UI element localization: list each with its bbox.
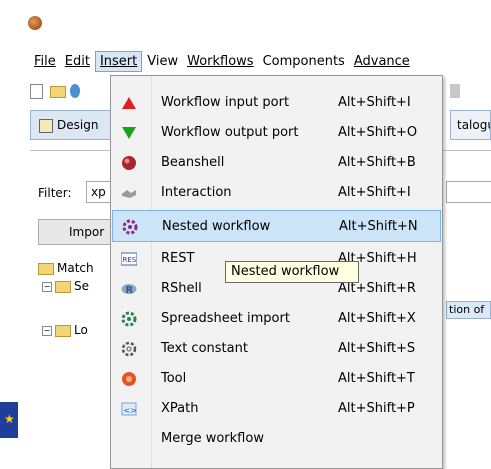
- partial-service-label[interactable]: tion of: [446, 301, 491, 319]
- copy-icon[interactable]: [450, 84, 460, 98]
- red-up-triangle-icon: [122, 97, 136, 109]
- menu-item-workflow-input-port[interactable]: Workflow input port Alt+Shift+I: [112, 87, 441, 119]
- menu-item-nested-workflow[interactable]: Nested workflow Alt+Shift+N: [112, 210, 441, 242]
- eu-flag-logo: ★: [0, 402, 18, 438]
- handshake-icon: [122, 190, 136, 198]
- menu-item-label: Merge workflow: [161, 431, 264, 446]
- menu-components[interactable]: Components: [259, 52, 349, 71]
- filter-input-right[interactable]: [446, 181, 491, 203]
- menu-item-interaction[interactable]: Interaction Alt+Shift+I: [112, 177, 441, 209]
- menu-item-label: Workflow output port: [161, 125, 299, 140]
- svg-text:R: R: [126, 285, 134, 296]
- filter-label: Filter:: [38, 186, 72, 200]
- menu-item-shortcut: Alt+Shift+N: [339, 219, 418, 234]
- folder-icon: [38, 262, 54, 275]
- nested-workflow-gear-icon: [122, 219, 138, 235]
- menu-item-shortcut: Alt+Shift+X: [338, 311, 416, 326]
- tab-design[interactable]: Design: [30, 110, 118, 140]
- open-folder-icon[interactable]: [50, 86, 66, 98]
- xpath-icon: <>: [121, 402, 137, 416]
- menu-item-shortcut: Alt+Shift+P: [338, 401, 415, 416]
- menu-item-label: Text constant: [161, 341, 248, 356]
- menu-item-label: REST: [161, 251, 195, 266]
- menu-advanced[interactable]: Advance: [350, 52, 414, 71]
- menu-item-shortcut: Alt+Shift+T: [338, 371, 415, 386]
- menu-insert[interactable]: Insert: [94, 50, 143, 72]
- menu-item-shortcut: Alt+Shift+O: [338, 125, 418, 140]
- menu-item-shortcut: Alt+Shift+I: [338, 95, 411, 110]
- collapse-icon[interactable]: −: [42, 281, 52, 292]
- left-background-strip: [0, 0, 18, 467]
- menu-item-shortcut: Alt+Shift+S: [338, 341, 416, 356]
- menu-item-workflow-output-port[interactable]: Workflow output port Alt+Shift+O: [112, 117, 441, 149]
- menu-item-xpath[interactable]: <> XPath Alt+Shift+P: [112, 393, 441, 425]
- gear-outline-icon: [121, 341, 137, 357]
- tool-icon: [122, 372, 136, 386]
- green-gear-icon: [121, 311, 137, 327]
- rest-icon: REST: [121, 252, 138, 266]
- tree-item-lo[interactable]: − Lo: [42, 323, 88, 337]
- menu-edit[interactable]: Edit: [61, 52, 94, 71]
- globe-icon[interactable]: [70, 84, 80, 98]
- tree-item-label: Lo: [74, 323, 88, 337]
- menu-item-label: XPath: [161, 401, 199, 416]
- tree-item-label: Match: [57, 261, 94, 275]
- menu-item-text-constant[interactable]: Text constant Alt+Shift+S: [112, 333, 441, 365]
- tooltip: Nested workflow: [225, 261, 359, 283]
- collapse-icon[interactable]: −: [42, 325, 52, 336]
- design-pencil-icon: [39, 119, 53, 133]
- menu-item-shortcut: Alt+Shift+I: [338, 185, 411, 200]
- menu-item-label: RShell: [161, 281, 202, 296]
- menu-view[interactable]: View: [143, 52, 182, 71]
- folder-icon: [55, 280, 71, 293]
- menu-item-label: Beanshell: [161, 155, 225, 170]
- menu-item-shortcut: Alt+Shift+B: [338, 155, 416, 170]
- folder-icon: [55, 324, 71, 337]
- beanshell-icon: [122, 156, 136, 170]
- menu-item-tool[interactable]: Tool Alt+Shift+T: [112, 363, 441, 395]
- tree-item-se[interactable]: − Se: [42, 279, 89, 293]
- menu-item-label: Nested workflow: [162, 219, 271, 234]
- green-down-triangle-icon: [122, 127, 136, 139]
- menu-item-label: Tool: [161, 371, 187, 386]
- menu-item-label: Interaction: [161, 185, 232, 200]
- new-file-icon[interactable]: [30, 84, 43, 99]
- svg-text:<>: <>: [124, 406, 137, 415]
- tree-item-label: Se: [74, 279, 89, 293]
- tree-item-match[interactable]: Match: [38, 261, 94, 275]
- menu-item-label: Spreadsheet import: [161, 311, 290, 326]
- app-logo-icon: [28, 16, 42, 30]
- tab-design-label: Design: [57, 118, 99, 132]
- tab-catalogue[interactable]: talogu: [450, 110, 491, 140]
- menu-item-merge-workflow[interactable]: Merge workflow: [112, 423, 441, 455]
- menu-item-label: Workflow input port: [161, 95, 290, 110]
- menu-bar: File Edit Insert View Workflows Componen…: [30, 50, 415, 72]
- application-window: File Edit Insert View Workflows Componen…: [0, 0, 491, 469]
- tab-catalogue-label: talogu: [457, 118, 490, 132]
- menu-item-shortcut: Alt+Shift+R: [338, 281, 416, 296]
- r-logo-icon: R: [121, 284, 137, 296]
- menu-item-spreadsheet-import[interactable]: Spreadsheet import Alt+Shift+X: [112, 303, 441, 335]
- menu-item-beanshell[interactable]: Beanshell Alt+Shift+B: [112, 147, 441, 179]
- menu-file[interactable]: File: [30, 52, 60, 71]
- svg-text:REST: REST: [123, 256, 138, 264]
- menu-workflows[interactable]: Workflows: [183, 52, 257, 71]
